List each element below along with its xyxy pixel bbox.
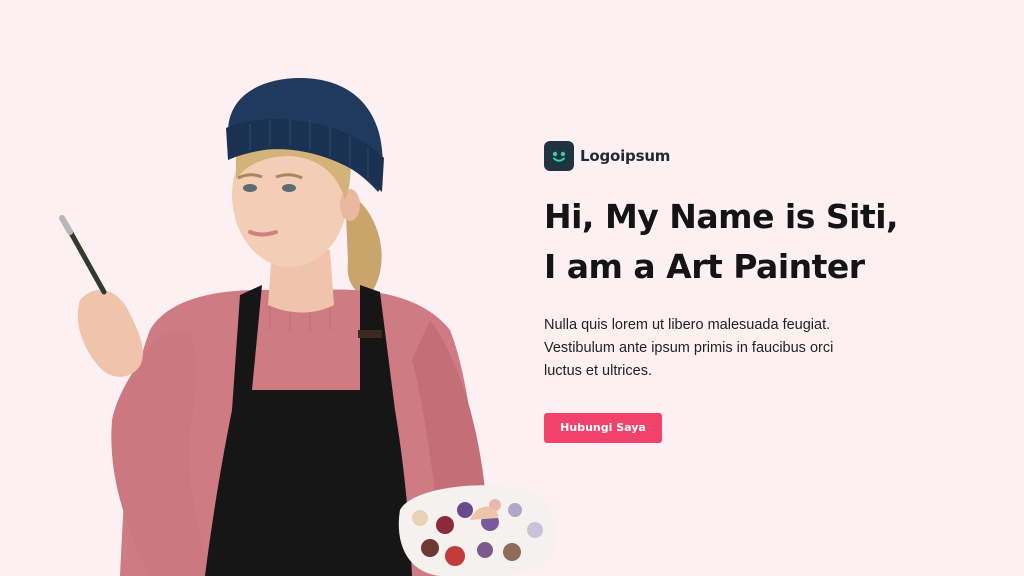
hero-description: Nulla quis lorem ut libero malesuada feu… bbox=[544, 314, 874, 383]
brand-name: Logoipsum bbox=[580, 147, 671, 165]
headline-line-2: I am a Art Painter bbox=[544, 247, 865, 286]
description-line-3: luctus et ultrices. bbox=[544, 363, 652, 379]
brand-logo[interactable]: Logoipsum bbox=[544, 140, 964, 172]
contact-me-button[interactable]: Hubungi Saya bbox=[544, 413, 662, 443]
smiley-face-icon bbox=[544, 141, 574, 171]
description-line-1: Nulla quis lorem ut libero malesuada feu… bbox=[544, 317, 831, 333]
hero-headline: Hi, My Name is Siti, I am a Art Painter bbox=[544, 192, 964, 292]
description-line-2: Vestibulum ante ipsum primis in faucibus… bbox=[544, 340, 834, 356]
painter-photo bbox=[59, 78, 556, 576]
headline-line-1: Hi, My Name is Siti, bbox=[544, 197, 899, 236]
hero-content: Logoipsum Hi, My Name is Siti, I am a Ar… bbox=[544, 140, 964, 443]
